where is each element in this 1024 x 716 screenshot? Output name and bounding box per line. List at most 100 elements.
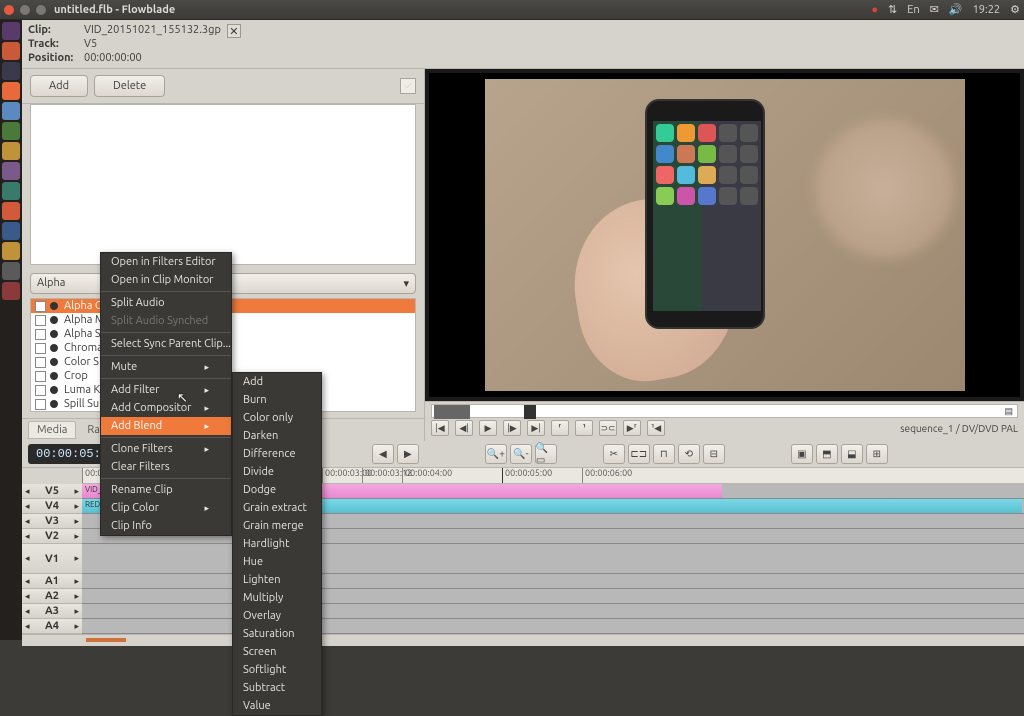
cut-button[interactable]: ✂: [603, 444, 625, 464]
expand-icon[interactable]: ▸: [74, 576, 79, 587]
collapse-icon[interactable]: ◂: [25, 553, 30, 564]
window-close-button[interactable]: [4, 5, 14, 15]
window-maximize-button[interactable]: [36, 5, 46, 15]
track-lane[interactable]: [82, 544, 1024, 574]
filter-checkbox[interactable]: [35, 343, 46, 354]
launcher-app-icon[interactable]: [2, 142, 20, 160]
mail-icon[interactable]: ✉: [930, 3, 939, 16]
track-lane[interactable]: [82, 619, 1024, 634]
collapse-icon[interactable]: ◂: [25, 531, 30, 542]
to-mark-in-button[interactable]: ▶⸢: [623, 420, 641, 436]
track-label[interactable]: ◂A3▸: [22, 604, 82, 619]
launcher-app-icon[interactable]: [2, 222, 20, 240]
step-fwd-button[interactable]: |▶: [503, 420, 521, 436]
menu-item[interactable]: Clone Filters▸: [101, 440, 231, 458]
mark-out-button[interactable]: ⸣: [575, 420, 593, 436]
expand-icon[interactable]: ▸: [74, 486, 79, 497]
menu-item[interactable]: Hue: [233, 553, 321, 571]
clear-marks-button[interactable]: ⊃⊂: [599, 420, 617, 436]
undo-button[interactable]: ◀: [372, 444, 394, 464]
filter-checkbox[interactable]: [35, 399, 46, 410]
menu-item[interactable]: Mute▸: [101, 358, 231, 376]
menu-item[interactable]: Softlight: [233, 661, 321, 679]
append-button[interactable]: ⬓: [841, 444, 863, 464]
play-button[interactable]: ▶: [479, 420, 497, 436]
overwrite-button[interactable]: ▣: [791, 444, 813, 464]
menu-item[interactable]: Clip Info: [101, 517, 231, 535]
menu-item[interactable]: Add Compositor▸: [101, 399, 231, 417]
to-mark-out-button[interactable]: ⸣◀: [647, 420, 665, 436]
window-minimize-button[interactable]: [20, 5, 30, 15]
expand-icon[interactable]: ▸: [74, 621, 79, 632]
launcher-files-icon[interactable]: [2, 42, 20, 60]
menu-item[interactable]: Grain merge: [233, 517, 321, 535]
track-lane[interactable]: [82, 589, 1024, 604]
filter-checkbox[interactable]: [35, 301, 46, 312]
network-icon[interactable]: ⇅: [888, 3, 897, 16]
split-button[interactable]: ⊟: [703, 444, 725, 464]
menu-item[interactable]: Split Audio: [101, 294, 231, 312]
collapse-icon[interactable]: ◂: [25, 576, 30, 587]
expand-icon[interactable]: ▸: [74, 531, 79, 542]
track-label[interactable]: ◂A4▸: [22, 619, 82, 634]
goto-start-button[interactable]: |◀: [431, 420, 449, 436]
track-label[interactable]: ◂A1▸: [22, 574, 82, 589]
expand-icon[interactable]: ▸: [74, 516, 79, 527]
track-label[interactable]: ◂V3▸: [22, 514, 82, 529]
zoom-out-button[interactable]: 🔍-: [510, 444, 532, 464]
menu-item[interactable]: Screen: [233, 643, 321, 661]
expand-icon[interactable]: ▸: [74, 501, 79, 512]
zoom-in-button[interactable]: 🔍+: [485, 444, 507, 464]
launcher-firefox-icon[interactable]: [2, 82, 20, 100]
menu-item[interactable]: Clip Color▸: [101, 499, 231, 517]
goto-end-button[interactable]: ▶|: [527, 420, 545, 436]
menu-item[interactable]: Color only: [233, 409, 321, 427]
filter-checkbox[interactable]: [35, 385, 46, 396]
menu-item[interactable]: Multiply: [233, 589, 321, 607]
track-label[interactable]: ◂V1▸: [22, 544, 82, 574]
menu-item[interactable]: Hardlight: [233, 535, 321, 553]
video-preview[interactable]: [429, 73, 1020, 397]
filter-checkbox[interactable]: [35, 357, 46, 368]
tab-media[interactable]: Media: [28, 421, 76, 439]
language-icon[interactable]: En: [907, 4, 919, 16]
menu-item[interactable]: Select Sync Parent Clip...: [101, 335, 231, 353]
menu-item[interactable]: Difference: [233, 445, 321, 463]
zoom-fit-button[interactable]: 🔍▭: [535, 444, 557, 464]
track-label[interactable]: ◂V5▸: [22, 484, 82, 499]
launcher-app-icon[interactable]: [2, 62, 20, 80]
insert-button[interactable]: ⬒: [816, 444, 838, 464]
menu-item[interactable]: Add: [233, 373, 321, 391]
collapse-icon[interactable]: ◂: [25, 486, 30, 497]
menu-item[interactable]: Subtract: [233, 679, 321, 697]
menu-item[interactable]: Clear Filters: [101, 458, 231, 476]
menu-item[interactable]: Open in Clip Monitor: [101, 271, 231, 289]
launcher-app-icon[interactable]: [2, 242, 20, 260]
launcher-app-icon[interactable]: [2, 162, 20, 180]
volume-icon[interactable]: 🔊: [949, 3, 963, 16]
collapse-icon[interactable]: ◂: [25, 591, 30, 602]
menu-item[interactable]: Darken: [233, 427, 321, 445]
expand-icon[interactable]: ▸: [74, 591, 79, 602]
strip-menu-icon[interactable]: ▤: [1004, 406, 1013, 417]
scrollbar-thumb[interactable]: [86, 638, 126, 642]
track-label[interactable]: ◂V2▸: [22, 529, 82, 544]
menu-item[interactable]: Grain extract: [233, 499, 321, 517]
launcher-app-icon[interactable]: [2, 122, 20, 140]
delete-button[interactable]: Delete: [94, 75, 165, 97]
toggle-check[interactable]: ✓: [400, 78, 416, 94]
launcher-dash-icon[interactable]: [2, 22, 20, 40]
expand-icon[interactable]: ▸: [74, 553, 79, 564]
menu-item[interactable]: Dodge: [233, 481, 321, 499]
expand-icon[interactable]: ▸: [74, 606, 79, 617]
track-lane[interactable]: [82, 574, 1024, 589]
settings-gear-icon[interactable]: ⚙: [1010, 3, 1020, 16]
menu-item[interactable]: Value: [233, 697, 321, 715]
menu-item[interactable]: Open in Filters Editor: [101, 253, 231, 271]
step-back-button[interactable]: ◀|: [455, 420, 473, 436]
add-button[interactable]: Add: [30, 75, 88, 97]
launcher-app-icon[interactable]: [2, 102, 20, 120]
menu-item[interactable]: Saturation: [233, 625, 321, 643]
collapse-icon[interactable]: ◂: [25, 621, 30, 632]
launcher-app-icon[interactable]: [2, 182, 20, 200]
